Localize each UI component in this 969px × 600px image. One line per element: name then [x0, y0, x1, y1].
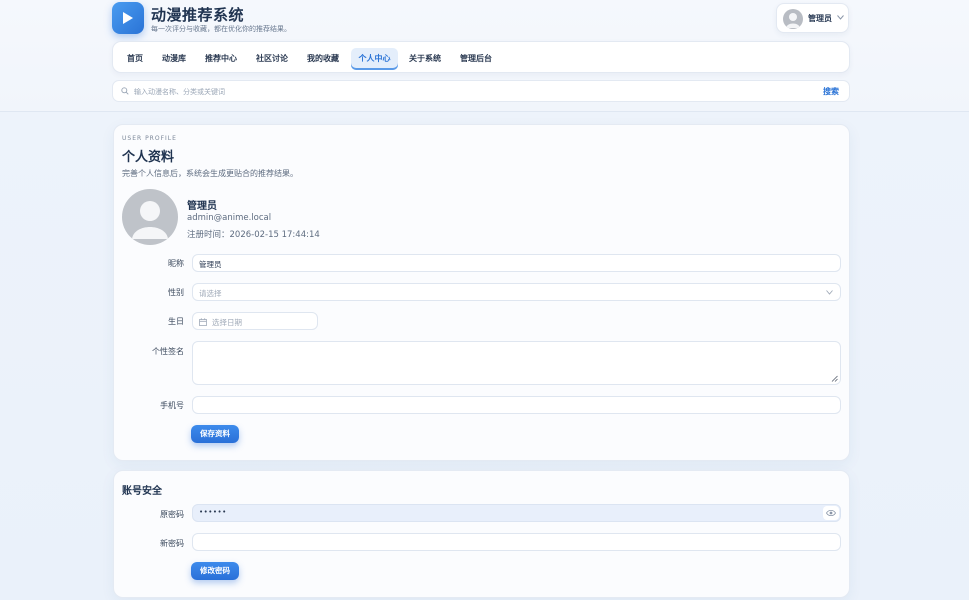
search-input[interactable]: 输入动漫名称、分类或关键词 — [134, 87, 225, 97]
phone-label: 手机号 — [160, 401, 184, 410]
play-icon — [123, 12, 133, 24]
birthday-placeholder: 选择日期 — [212, 318, 242, 327]
birthday-date-picker[interactable]: 选择日期 — [192, 312, 318, 330]
profile-registered-time: 注册时间：2026-02-15 17:44:14 — [187, 230, 320, 240]
main-nav: 首页 动漫库 推荐中心 社区讨论 我的收藏 个人中心 关于系统 管理后台 — [112, 41, 850, 73]
save-profile-button[interactable]: 保存资料 — [191, 425, 239, 443]
gender-select[interactable]: 请选择 — [192, 283, 841, 301]
new-password-label: 新密码 — [160, 539, 184, 548]
gender-label: 性别 — [168, 288, 184, 297]
profile-name: 管理员 — [187, 201, 217, 212]
calendar-icon — [199, 318, 207, 326]
chevron-down-icon — [826, 290, 833, 295]
security-title: 账号安全 — [122, 486, 162, 497]
nav-item-profile[interactable]: 个人中心 — [351, 48, 398, 70]
app-logo[interactable] — [112, 2, 144, 34]
old-password-label: 原密码 — [160, 510, 184, 519]
search-icon — [121, 87, 129, 95]
new-password-field[interactable] — [192, 533, 841, 551]
profile-eyebrow: USER PROFILE — [122, 135, 177, 142]
nickname-label: 昵称 — [168, 259, 184, 268]
birthday-label: 生日 — [168, 317, 184, 326]
search-button[interactable]: 搜索 — [823, 86, 839, 97]
user-menu-name: 管理员 — [808, 14, 832, 23]
nav-item-admin[interactable]: 管理后台 — [455, 48, 497, 70]
signature-textarea[interactable] — [192, 341, 841, 385]
user-avatar-icon — [783, 9, 803, 29]
gender-placeholder: 请选择 — [199, 289, 222, 298]
nickname-value: 管理员 — [199, 260, 222, 269]
profile-description: 完善个人信息后，系统会生成更贴合的推荐结果。 — [122, 169, 298, 178]
change-password-button[interactable]: 修改密码 — [191, 562, 239, 580]
search-bar[interactable]: 输入动漫名称、分类或关键词 搜索 — [112, 80, 850, 102]
show-password-toggle[interactable] — [823, 506, 839, 520]
resize-handle-icon[interactable] — [831, 375, 838, 382]
profile-email: admin@anime.local — [187, 213, 272, 223]
old-password-value: •••••• — [199, 508, 227, 516]
app-subtitle: 每一次评分与收藏，都在优化你的推荐结果。 — [151, 25, 291, 33]
profile-title: 个人资料 — [122, 150, 175, 165]
signature-label: 个性签名 — [152, 347, 184, 356]
phone-field[interactable] — [192, 396, 841, 414]
user-menu[interactable]: 管理员 — [776, 3, 849, 33]
security-card: 账号安全 原密码 •••••• 新密码 修改密码 — [113, 470, 850, 598]
eye-icon — [826, 509, 836, 517]
nickname-field[interactable]: 管理员 — [192, 254, 841, 272]
avatar[interactable] — [122, 189, 178, 245]
nav-item-recommendations[interactable]: 推荐中心 — [200, 48, 242, 70]
app-title: 动漫推荐系统 — [151, 6, 245, 24]
chevron-down-icon — [837, 15, 844, 20]
nav-item-about[interactable]: 关于系统 — [404, 48, 446, 70]
profile-card: USER PROFILE 个人资料 完善个人信息后，系统会生成更贴合的推荐结果。… — [113, 124, 850, 461]
nav-item-anime-library[interactable]: 动漫库 — [157, 48, 191, 70]
nav-item-home[interactable]: 首页 — [122, 48, 148, 70]
nav-item-community[interactable]: 社区讨论 — [251, 48, 293, 70]
old-password-field[interactable]: •••••• — [192, 504, 841, 522]
nav-item-favorites[interactable]: 我的收藏 — [302, 48, 344, 70]
user-avatar-icon — [132, 201, 168, 239]
